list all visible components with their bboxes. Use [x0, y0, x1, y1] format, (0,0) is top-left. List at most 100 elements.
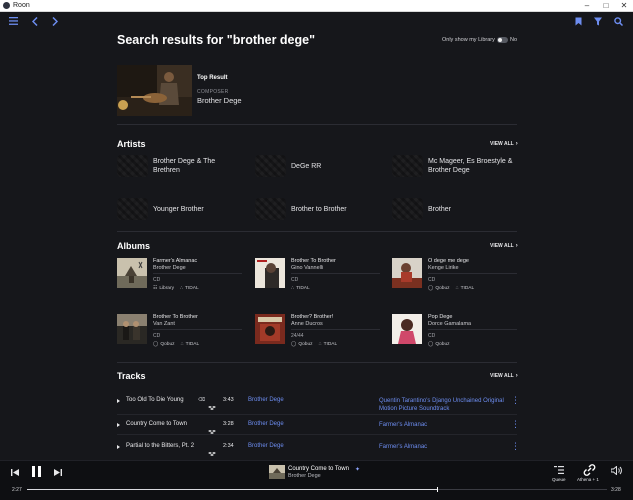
qobuz-icon: ◯ — [428, 286, 434, 291]
album-sources: ◯ Qobuz — [428, 342, 450, 347]
source-qobuz: ◯ Qobuz — [291, 342, 313, 347]
artist-card[interactable]: Mc Mageer, Es Broestyle & Brother Dege — [392, 155, 518, 177]
track-artist-link[interactable]: Brother Dege — [248, 421, 284, 427]
volume-icon[interactable] — [610, 465, 622, 475]
now-playing-title[interactable]: Country Come to Town — [288, 466, 349, 472]
album-sources: ☷ Library ∴ TIDAL — [153, 286, 199, 291]
artist-card[interactable]: Brother to Brother — [255, 198, 381, 220]
source-tidal: ∴ TIDAL — [318, 342, 338, 347]
track-row[interactable]: Partial to the Bitters, Pt. 2 2:34 Broth… — [117, 441, 520, 456]
album-sources: ∴ TIDAL — [291, 286, 310, 291]
album-card[interactable]: Brother To Brother Van Zant CD ◯ Qobuz ∴ T… — [117, 314, 242, 356]
play-icon[interactable] — [117, 423, 120, 427]
album-artist: Brother Dege — [153, 265, 186, 271]
seek-bar[interactable] — [27, 487, 607, 492]
section-divider — [117, 362, 517, 363]
artist-name: Brother — [428, 205, 451, 213]
album-cover-image — [392, 258, 422, 288]
bookmark-icon[interactable] — [573, 16, 583, 26]
previous-track-icon[interactable] — [10, 467, 20, 477]
tracks-view-all-link[interactable]: VIEW ALL › — [490, 373, 518, 379]
now-playing-artist[interactable]: Brother Dege — [288, 473, 321, 479]
search-icon[interactable] — [613, 16, 623, 26]
more-options-icon[interactable]: ⋮ — [511, 441, 520, 451]
track-row[interactable]: Country Come to Town 3:28 Brother Dege F… — [117, 419, 520, 435]
track-album-link[interactable]: Farmer's Almanac — [379, 443, 509, 451]
tracks-section-title: Tracks — [117, 371, 146, 381]
section-divider — [117, 231, 517, 232]
album-card[interactable]: Brother? Brother! Anne Ducros 24/44 ◯ Qob… — [255, 314, 380, 356]
album-card[interactable]: Brother To Brother Gino Vannelli CD ∴ TID… — [255, 258, 380, 300]
artist-name: DeGe RR — [291, 162, 322, 170]
album-title: Farmer's Almanac — [153, 258, 198, 264]
track-duration: 2:34 — [223, 443, 234, 449]
queue-icon[interactable] — [553, 465, 565, 475]
artist-card[interactable]: DeGe RR — [255, 155, 381, 177]
artist-card[interactable]: Brother — [392, 198, 518, 220]
album-card[interactable]: O dege me dege Kenge Lirike CD ◯ Qobuz ∴ T… — [392, 258, 517, 300]
source-tidal: ∴ TIDAL — [180, 342, 200, 347]
album-card-divider — [153, 273, 242, 274]
album-card-divider — [291, 273, 380, 274]
album-card[interactable]: Farmer's Almanac Brother Dege CD ☷ Librar… — [117, 258, 242, 300]
hamburger-menu-icon[interactable] — [8, 16, 18, 26]
roon-app-icon — [3, 2, 10, 9]
track-artist-link[interactable]: Brother Dege — [248, 397, 284, 403]
close-button[interactable]: ✕ — [615, 0, 633, 11]
forward-arrow-icon[interactable] — [50, 16, 60, 26]
album-card[interactable]: Pop Dege Dorce Gamalama CD ◯ Qobuz — [392, 314, 517, 356]
library-toggle-state: No — [510, 37, 518, 43]
track-album-link[interactable]: Farmer's Almanac — [379, 421, 509, 429]
maximize-button[interactable]: □ — [597, 0, 615, 11]
source-qobuz: ◯ Qobuz — [153, 342, 175, 347]
tidal-icon: ∴ — [318, 342, 322, 347]
back-arrow-icon[interactable] — [30, 16, 40, 26]
track-artist-link[interactable]: Brother Dege — [248, 443, 284, 449]
next-track-icon[interactable] — [53, 467, 63, 477]
album-title: Brother To Brother — [153, 314, 198, 320]
album-cover-image — [255, 314, 285, 344]
now-playing-cover[interactable] — [269, 465, 285, 479]
album-artist: Dorce Gamalama — [428, 321, 472, 327]
album-title: O dege me dege — [428, 258, 469, 264]
track-row[interactable]: Too Old To Die Young ⌫ 3:43 Brother Dege… — [117, 395, 520, 415]
top-result-name[interactable]: Brother Dege — [197, 96, 242, 105]
top-result-kind: COMPOSER — [197, 89, 229, 95]
tidal-icon: ∴ — [455, 286, 459, 291]
more-options-icon[interactable]: ⋮ — [511, 395, 520, 405]
seek-bar-progress — [27, 489, 438, 490]
albums-view-all-link[interactable]: VIEW ALL › — [490, 243, 518, 249]
top-result-image[interactable] — [117, 65, 192, 116]
window-titlebar: Roon – □ ✕ — [0, 0, 633, 12]
track-divider — [117, 434, 517, 435]
seek-bar-handle[interactable] — [437, 487, 439, 492]
minimize-button[interactable]: – — [578, 0, 596, 11]
album-sources: ◯ Qobuz ∴ TIDAL — [153, 342, 199, 347]
filter-icon[interactable] — [593, 16, 603, 26]
artist-card[interactable]: Younger Brother — [117, 198, 243, 220]
qobuz-icon: ◯ — [428, 342, 434, 347]
track-title: Country Come to Town — [126, 421, 187, 427]
zone-label[interactable]: Athena + 1 — [577, 477, 599, 482]
artists-view-all-link[interactable]: VIEW ALL › — [490, 141, 518, 147]
album-format: CD — [428, 277, 436, 283]
pause-icon[interactable] — [30, 465, 42, 478]
library-toggle-label: Only show my Library — [442, 37, 495, 43]
link-zone-icon[interactable] — [582, 463, 596, 476]
play-icon[interactable] — [117, 399, 120, 403]
source-tidal: ∴ TIDAL — [179, 286, 199, 291]
album-card-divider — [291, 329, 380, 330]
album-artist: Anne Ducros — [291, 321, 323, 327]
library-only-toggle[interactable] — [497, 37, 508, 43]
elapsed-time: 2:27 — [12, 487, 22, 493]
album-card-divider — [428, 329, 517, 330]
play-icon[interactable] — [117, 445, 120, 449]
qobuz-icon: ◯ — [291, 342, 297, 347]
album-card-divider — [428, 273, 517, 274]
more-options-icon[interactable]: ⋮ — [511, 419, 520, 429]
artist-card[interactable]: Brother Dege & The Brethren — [117, 155, 243, 177]
album-format: CD — [153, 277, 161, 283]
search-results-heading: Search results for "brother dege" — [117, 33, 316, 47]
album-artist: Gino Vannelli — [291, 265, 324, 271]
track-album-link[interactable]: Quentin Tarantino's Django Unchained Ori… — [379, 397, 509, 413]
